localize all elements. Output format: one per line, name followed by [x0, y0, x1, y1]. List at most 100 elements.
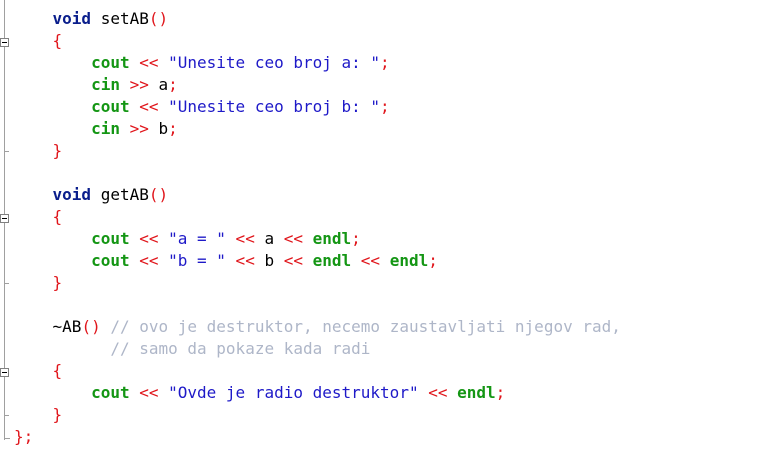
- code-token: ;: [351, 229, 361, 248]
- fold-end-marker: [4, 151, 9, 152]
- code-token: void: [52, 185, 92, 204]
- code-token: <<: [129, 229, 169, 248]
- code-token: b: [158, 119, 169, 138]
- code-line[interactable]: cout << "Ovde je radio destruktor" << en…: [14, 382, 621, 404]
- code-token: (): [148, 9, 169, 28]
- code-token: "a = ": [168, 229, 226, 248]
- code-token: // samo da pokaze kada radi: [110, 339, 371, 358]
- code-token: a: [158, 75, 169, 94]
- code-token: >>: [119, 119, 159, 138]
- code-line[interactable]: cout << "a = " << a << endl;: [14, 228, 621, 250]
- fold-toggle-icon[interactable]: [0, 214, 9, 223]
- code-token: ;: [168, 75, 178, 94]
- code-line[interactable]: cin >> b;: [14, 118, 621, 140]
- code-line[interactable]: ~AB() // ovo je destruktor, necemo zaust…: [14, 316, 621, 338]
- code-token: ~AB: [52, 317, 82, 336]
- code-token: void: [52, 9, 92, 28]
- code-token: cout: [91, 251, 130, 270]
- code-line[interactable]: cout << "Unesite ceo broj a: ";: [14, 52, 621, 74]
- code-token: }: [52, 141, 63, 160]
- code-token: endl: [389, 251, 429, 270]
- code-token: (): [148, 185, 169, 204]
- code-token: setAB: [91, 9, 149, 28]
- fold-end-marker: [4, 438, 10, 439]
- code-token: // ovo je destruktor, necemo zaustavljat…: [100, 317, 621, 336]
- code-line[interactable]: cout << "b = " << b << endl << endl;: [14, 250, 621, 272]
- code-token: }: [52, 273, 63, 292]
- code-token: "Unesite ceo broj b: ": [168, 97, 381, 116]
- code-token: ;: [380, 97, 390, 116]
- fold-toggle-icon[interactable]: [0, 38, 9, 47]
- code-token: ;: [168, 119, 178, 138]
- code-token: cin: [91, 119, 120, 138]
- code-line[interactable]: };: [14, 426, 621, 448]
- code-token: <<: [351, 251, 390, 270]
- code-token: "Unesite ceo broj a: ": [168, 53, 381, 72]
- code-token: endl: [312, 251, 352, 270]
- code-token: >>: [119, 75, 159, 94]
- code-line[interactable]: {: [14, 360, 621, 382]
- code-line[interactable]: }: [14, 140, 621, 162]
- code-token: cin: [91, 75, 120, 94]
- code-line[interactable]: {: [14, 30, 621, 52]
- code-token: endl: [312, 229, 352, 248]
- code-token: a: [264, 229, 275, 248]
- code-line[interactable]: }: [14, 272, 621, 294]
- code-token: "b = ": [168, 251, 226, 270]
- code-token: getAB: [91, 185, 149, 204]
- code-token: {: [52, 207, 63, 226]
- code-token: <<: [274, 251, 313, 270]
- code-token: cout: [91, 229, 130, 248]
- code-line[interactable]: void setAB(): [14, 8, 621, 30]
- code-token: cout: [91, 383, 130, 402]
- code-token: "Ovde je radio destruktor": [168, 383, 419, 402]
- code-line[interactable]: cout << "Unesite ceo broj b: ";: [14, 96, 621, 118]
- fold-end-marker: [4, 283, 9, 284]
- code-token: <<: [225, 229, 265, 248]
- code-line[interactable]: void getAB(): [14, 184, 621, 206]
- fold-toggle-icon[interactable]: [0, 368, 9, 377]
- code-line[interactable]: [14, 162, 621, 184]
- code-token: ;: [23, 427, 34, 446]
- code-line[interactable]: {: [14, 206, 621, 228]
- code-line[interactable]: [14, 294, 621, 316]
- code-token: <<: [418, 383, 458, 402]
- code-token: cout: [91, 53, 130, 72]
- code-editor[interactable]: void setAB() { cout << "Unesite ceo broj…: [14, 8, 621, 448]
- code-line[interactable]: cin >> a;: [14, 74, 621, 96]
- code-token: {: [52, 31, 63, 50]
- code-token: }: [14, 427, 24, 446]
- code-token: (): [81, 317, 101, 336]
- code-line[interactable]: }: [14, 404, 621, 426]
- fold-end-marker: [4, 415, 9, 416]
- code-token: <<: [129, 53, 169, 72]
- code-line[interactable]: // samo da pokaze kada radi: [14, 338, 621, 360]
- code-token: ;: [428, 251, 438, 270]
- code-token: <<: [274, 229, 313, 248]
- code-token: b: [264, 251, 275, 270]
- code-token: <<: [129, 251, 169, 270]
- code-token: ;: [380, 53, 390, 72]
- code-token: {: [52, 361, 63, 380]
- code-token: cout: [91, 97, 130, 116]
- code-token: <<: [129, 383, 169, 402]
- code-token: <<: [225, 251, 265, 270]
- code-token: endl: [457, 383, 496, 402]
- code-token: ;: [495, 383, 506, 402]
- code-token: <<: [129, 97, 169, 116]
